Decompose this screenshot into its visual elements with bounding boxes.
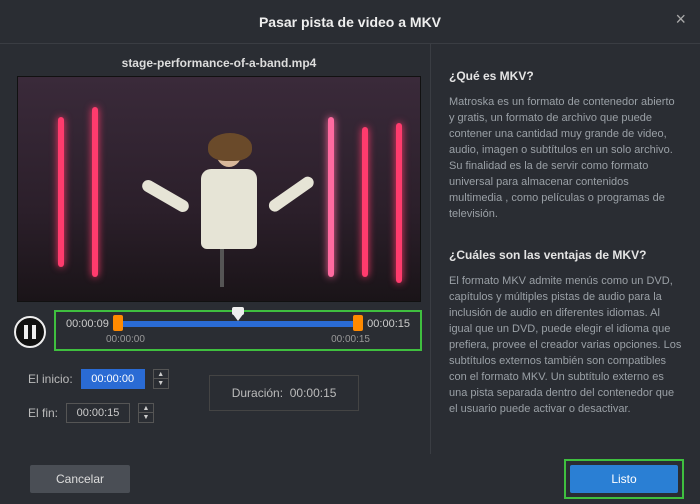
dialog-title: Pasar pista de video a MKV — [259, 14, 441, 30]
trim-track-row: 00:00:09 00:00:15 — [66, 318, 410, 330]
dialog-footer: Cancelar Listo — [0, 454, 700, 504]
info-q1-title: ¿Qué es MKV? — [449, 68, 682, 85]
chevron-down-icon[interactable]: ▼ — [139, 413, 153, 422]
start-input[interactable] — [81, 369, 145, 389]
dialog-header: Pasar pista de video a MKV × — [0, 0, 700, 44]
duration-value: 00:00:15 — [290, 386, 337, 400]
cancel-button[interactable]: Cancelar — [30, 465, 130, 493]
chevron-down-icon[interactable]: ▼ — [154, 379, 168, 388]
done-button[interactable]: Listo — [570, 465, 678, 493]
start-label: El inicio: — [28, 372, 73, 386]
convert-dialog: Pasar pista de video a MKV × stage-perfo… — [0, 0, 700, 504]
info-q2-title: ¿Cuáles son las ventajas de MKV? — [449, 247, 682, 264]
start-row: El inicio: ▲ ▼ — [28, 369, 169, 389]
trim-range-row: 00:00:00 00:00:15 — [66, 334, 410, 345]
time-inputs: El inicio: ▲ ▼ El fin: ▲ ▼ — [8, 369, 430, 423]
current-time: 00:00:09 — [66, 318, 109, 330]
duration-box: Duración: 00:00:15 — [209, 375, 360, 411]
done-highlight: Listo — [564, 459, 684, 499]
controls-row: 00:00:09 00:00:15 00:00:00 00:00:15 — [8, 310, 430, 351]
playhead-icon[interactable] — [232, 313, 244, 321]
range-end: 00:00:15 — [331, 334, 370, 345]
chevron-up-icon[interactable]: ▲ — [154, 370, 168, 379]
start-stepper[interactable]: ▲ ▼ — [153, 369, 169, 389]
video-preview[interactable] — [17, 76, 421, 302]
pause-icon — [24, 325, 36, 339]
close-icon[interactable]: × — [675, 10, 686, 28]
dialog-content: stage-performance-of-a-band.mp4 00:00:09 — [0, 44, 700, 454]
info-q2-body: El formato MKV admite menús como un DVD,… — [449, 274, 682, 417]
left-panel: stage-performance-of-a-band.mp4 00:00:09 — [0, 44, 430, 454]
end-row: El fin: ▲ ▼ — [28, 403, 169, 423]
file-name: stage-performance-of-a-band.mp4 — [8, 56, 430, 70]
end-label: El fin: — [28, 406, 58, 420]
info-panel: ¿Qué es MKV? Matroska es un formato de c… — [430, 44, 700, 454]
trim-handle-start[interactable] — [113, 315, 123, 331]
end-stepper[interactable]: ▲ ▼ — [138, 403, 154, 423]
total-time: 00:00:15 — [367, 318, 410, 330]
trim-handle-end[interactable] — [353, 315, 363, 331]
trim-track[interactable] — [115, 321, 361, 327]
trim-box: 00:00:09 00:00:15 00:00:00 00:00:15 — [54, 310, 422, 351]
pause-button[interactable] — [14, 316, 46, 348]
info-q1-body: Matroska es un formato de contenedor abi… — [449, 95, 682, 223]
end-input[interactable] — [66, 403, 130, 423]
range-start: 00:00:00 — [106, 334, 145, 345]
time-col: El inicio: ▲ ▼ El fin: ▲ ▼ — [28, 369, 169, 423]
duration-label: Duración: — [232, 386, 283, 400]
chevron-up-icon[interactable]: ▲ — [139, 404, 153, 413]
